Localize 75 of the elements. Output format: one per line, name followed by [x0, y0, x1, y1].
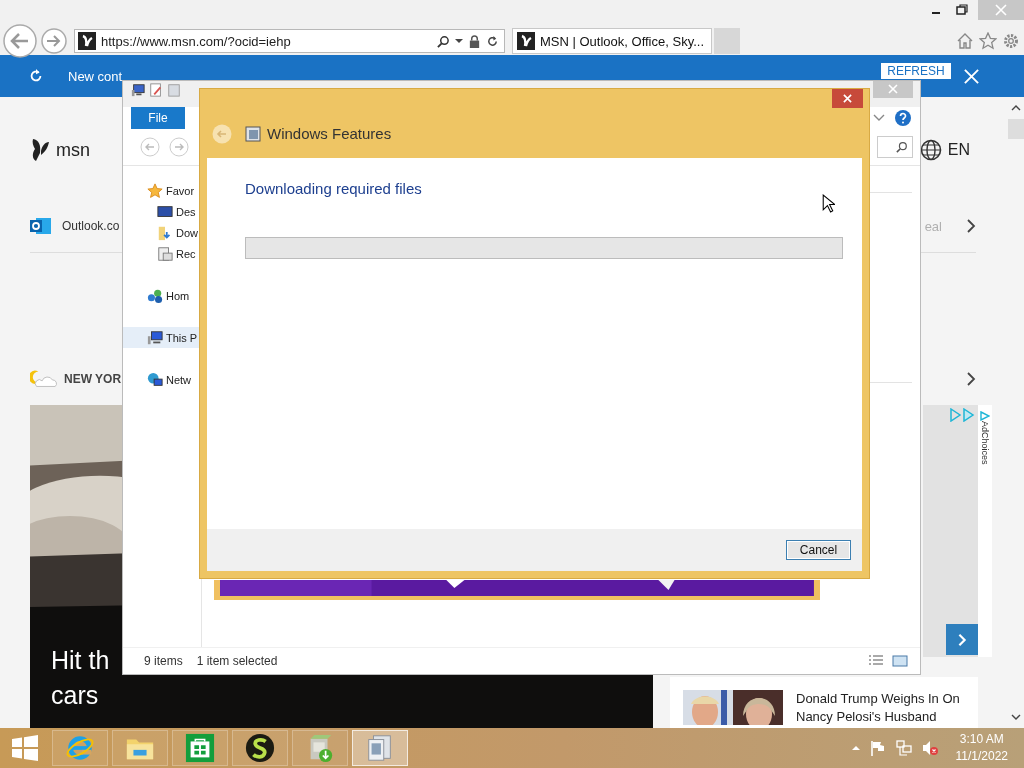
show-hidden-icon[interactable]: [851, 745, 860, 751]
nav-item[interactable]: Favor: [131, 180, 201, 201]
nav-item[interactable]: This P: [123, 327, 201, 348]
scroll-down-icon[interactable]: [1011, 714, 1021, 720]
start-icon[interactable]: [12, 735, 38, 761]
news-card[interactable]: Donald Trump Weighs In On Nancy Pelosi's Husband: [670, 677, 978, 728]
close-button[interactable]: [832, 89, 863, 108]
refresh-button[interactable]: REFRESH: [881, 63, 951, 79]
homegroup-icon: [147, 287, 163, 304]
notification-text: New cont: [68, 68, 123, 84]
refresh-icon[interactable]: [486, 34, 499, 48]
nav-item[interactable]: Dow: [131, 222, 201, 243]
taskbar-app[interactable]: [232, 730, 288, 766]
dialog-title: Windows Features: [267, 125, 392, 142]
forward-icon[interactable]: [169, 137, 189, 157]
computer-icon: [147, 329, 163, 346]
thumbnail-view-icon[interactable]: [892, 655, 908, 667]
desktop-icon: [157, 203, 173, 220]
star-icon: [147, 182, 163, 199]
adchoices-icon[interactable]: [980, 411, 990, 421]
nav-item[interactable]: Rec: [131, 243, 201, 264]
home-icon[interactable]: [956, 32, 974, 50]
weather-location[interactable]: NEW YOR: [64, 372, 122, 386]
moon-cloud-icon: [30, 369, 58, 389]
status-heading: Downloading required files: [245, 180, 423, 197]
downloads-icon: [157, 224, 173, 241]
butterfly-icon: [30, 137, 50, 163]
recent-icon: [157, 245, 173, 262]
e-logo-icon: [65, 733, 95, 763]
muted-speaker-icon[interactable]: [921, 740, 938, 756]
search-icon: [896, 141, 908, 153]
nav-item[interactable]: Des: [131, 201, 201, 222]
shortcut-link[interactable]: Outlook.co: [62, 219, 120, 233]
cancel-button[interactable]: Cancel: [786, 540, 851, 560]
play-icon[interactable]: [949, 408, 975, 422]
butterfly-icon: [78, 32, 96, 50]
chevron-right-icon: [957, 632, 967, 647]
adchoices-label[interactable]: AdChoices: [980, 421, 990, 465]
chevron-right-icon[interactable]: [966, 371, 976, 387]
computer-icon: [131, 83, 145, 97]
nav-item[interactable]: Hom: [131, 285, 201, 306]
store-icon: [185, 733, 215, 763]
refresh-icon[interactable]: [28, 68, 44, 84]
back-icon[interactable]: [2, 23, 38, 59]
news-headline[interactable]: Donald Trump Weighs In On Nancy Pelosi's Husband: [796, 690, 968, 728]
forward-icon[interactable]: [40, 27, 68, 55]
help-icon[interactable]: [895, 110, 911, 126]
browser-tab[interactable]: MSN | Outlook, Office, Sky...: [512, 28, 712, 54]
address-bar[interactable]: https://www.msn.com/?ocid=iehp: [74, 29, 505, 53]
network-icon[interactable]: [895, 740, 912, 756]
msn-logo[interactable]: msn: [56, 139, 90, 161]
settings-icon[interactable]: [1002, 32, 1020, 50]
network-icon: [147, 371, 163, 388]
window-stack-icon: [245, 125, 261, 142]
chevron-right-icon[interactable]: [966, 218, 976, 234]
caret-icon[interactable]: [455, 38, 463, 44]
star-icon[interactable]: [979, 32, 997, 50]
search-field[interactable]: [877, 136, 913, 158]
outlook-icon[interactable]: [30, 216, 52, 236]
chevron-down-icon[interactable]: [873, 114, 885, 122]
lock-icon: [468, 34, 481, 48]
s-logo-icon: [245, 733, 275, 763]
search-icon[interactable]: [437, 34, 450, 48]
scroll-up-icon[interactable]: [1011, 105, 1021, 111]
close-icon[interactable]: [963, 67, 980, 85]
close-icon: [843, 94, 852, 103]
next-button[interactable]: [946, 624, 978, 655]
mouse-cursor-icon: [822, 194, 835, 213]
file-tab[interactable]: File: [131, 107, 185, 129]
butterfly-icon: [517, 32, 535, 50]
globe-icon[interactable]: [919, 139, 942, 161]
details-view-icon[interactable]: [868, 655, 884, 667]
language-label[interactable]: EN: [947, 141, 970, 159]
nav-item[interactable]: Netw: [131, 369, 201, 390]
flag-icon[interactable]: [869, 740, 886, 756]
